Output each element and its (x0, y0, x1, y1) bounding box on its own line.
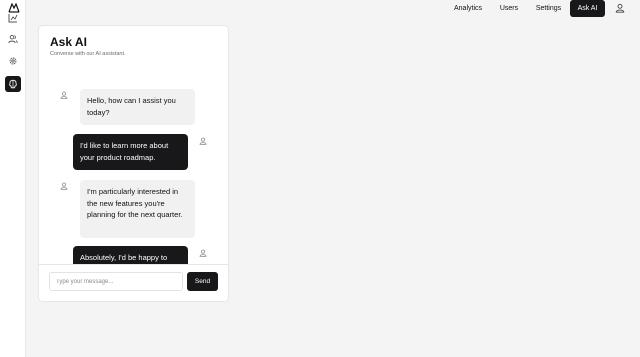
assistant-avatar-icon (60, 91, 68, 99)
brain-icon (9, 79, 17, 89)
message-composer: Send (39, 264, 228, 301)
nav-ask-ai[interactable]: Ask AI (570, 0, 605, 17)
message-ai: Hello, how can I assist you today? (80, 89, 195, 125)
sidebar-item-settings[interactable] (5, 53, 21, 69)
nav-analytics[interactable]: Analytics (446, 0, 490, 17)
send-button[interactable]: Send (187, 272, 218, 291)
sidebar-item-ask-ai[interactable] (5, 76, 21, 92)
nav-settings[interactable]: Settings (529, 0, 568, 17)
sidebar-item-analytics[interactable] (5, 10, 21, 26)
sidebar-rail (0, 0, 26, 357)
sidebar-item-users[interactable] (5, 31, 21, 47)
assistant-avatar-icon (60, 182, 68, 190)
message-user: Absolutely, I'd be happy to (73, 246, 188, 264)
nav-users[interactable]: Users (493, 0, 525, 17)
top-navbar: Analytics Users Settings Ask AI (26, 0, 640, 18)
chart-icon (8, 14, 18, 23)
message-ai: I'm particularly interested in the new f… (80, 180, 195, 238)
message-input[interactable] (49, 272, 183, 291)
message-list[interactable]: Hello, how can I assist you today? I'd l… (39, 76, 228, 264)
user-avatar-icon (199, 137, 207, 145)
user-avatar-icon (199, 249, 207, 257)
user-avatar-icon[interactable] (615, 3, 625, 13)
chat-card: Ask AI Converse with our AI assistant. H… (38, 25, 229, 302)
gear-icon (9, 57, 17, 65)
page-title: Ask AI (50, 35, 87, 49)
page-subtitle: Converse with our AI assistant. (50, 51, 126, 57)
message-user: I'd like to learn more about your produc… (73, 134, 188, 170)
users-icon (8, 34, 18, 44)
